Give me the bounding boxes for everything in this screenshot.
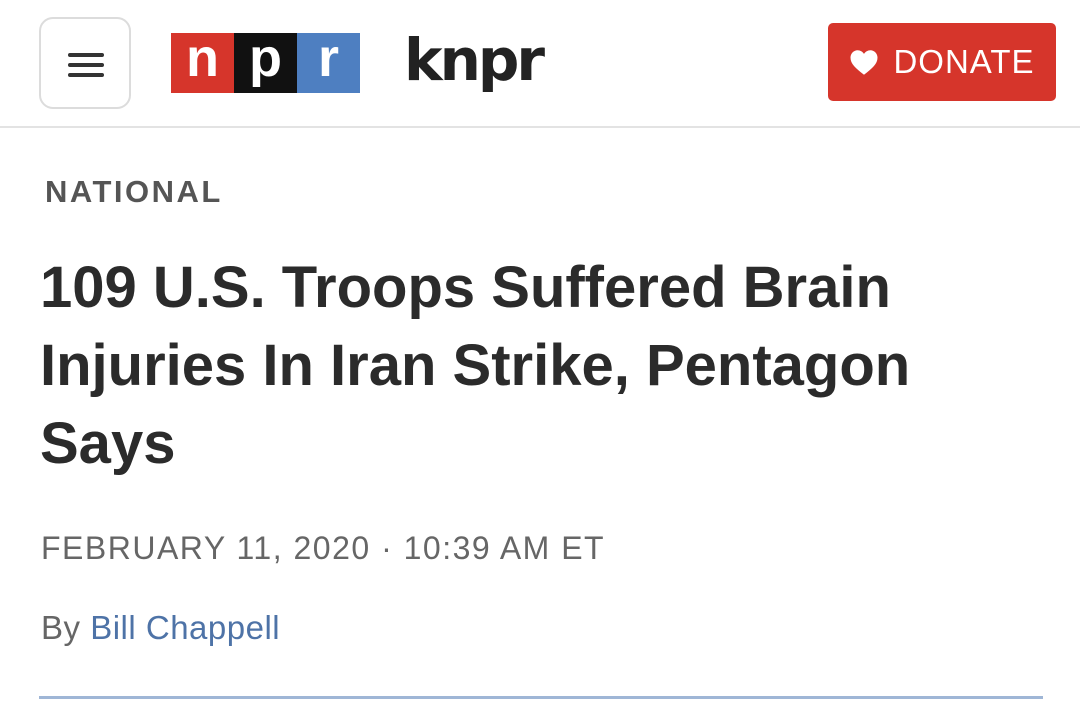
- npr-logo-letter-n: n: [171, 31, 234, 93]
- byline-prefix: By: [41, 609, 81, 646]
- article-dateline: FEBRUARY 11, 2020 · 10:39 AM ET: [41, 530, 606, 566]
- divider: [39, 696, 1043, 699]
- npr-logo-letter-p: p: [234, 31, 297, 93]
- donate-label: DONATE: [893, 43, 1035, 80]
- hamburger-menu-icon: [68, 53, 104, 77]
- section-label[interactable]: NATIONAL: [45, 174, 223, 210]
- article-headline: 109 U.S. Troops Suffered Brain Injuries …: [40, 255, 911, 476]
- author-link[interactable]: Bill Chappell: [90, 609, 280, 646]
- donate-button[interactable]: DONATE: [828, 23, 1056, 101]
- byline: By Bill Chappell: [41, 609, 280, 647]
- menu-button[interactable]: [39, 17, 131, 109]
- npr-logo[interactable]: n p r: [171, 31, 360, 93]
- station-logo[interactable]: knpr: [404, 28, 545, 92]
- site-header: n p r knpr DONATE: [0, 0, 1080, 128]
- heart-icon: [850, 49, 878, 75]
- npr-logo-letter-r: r: [297, 31, 360, 93]
